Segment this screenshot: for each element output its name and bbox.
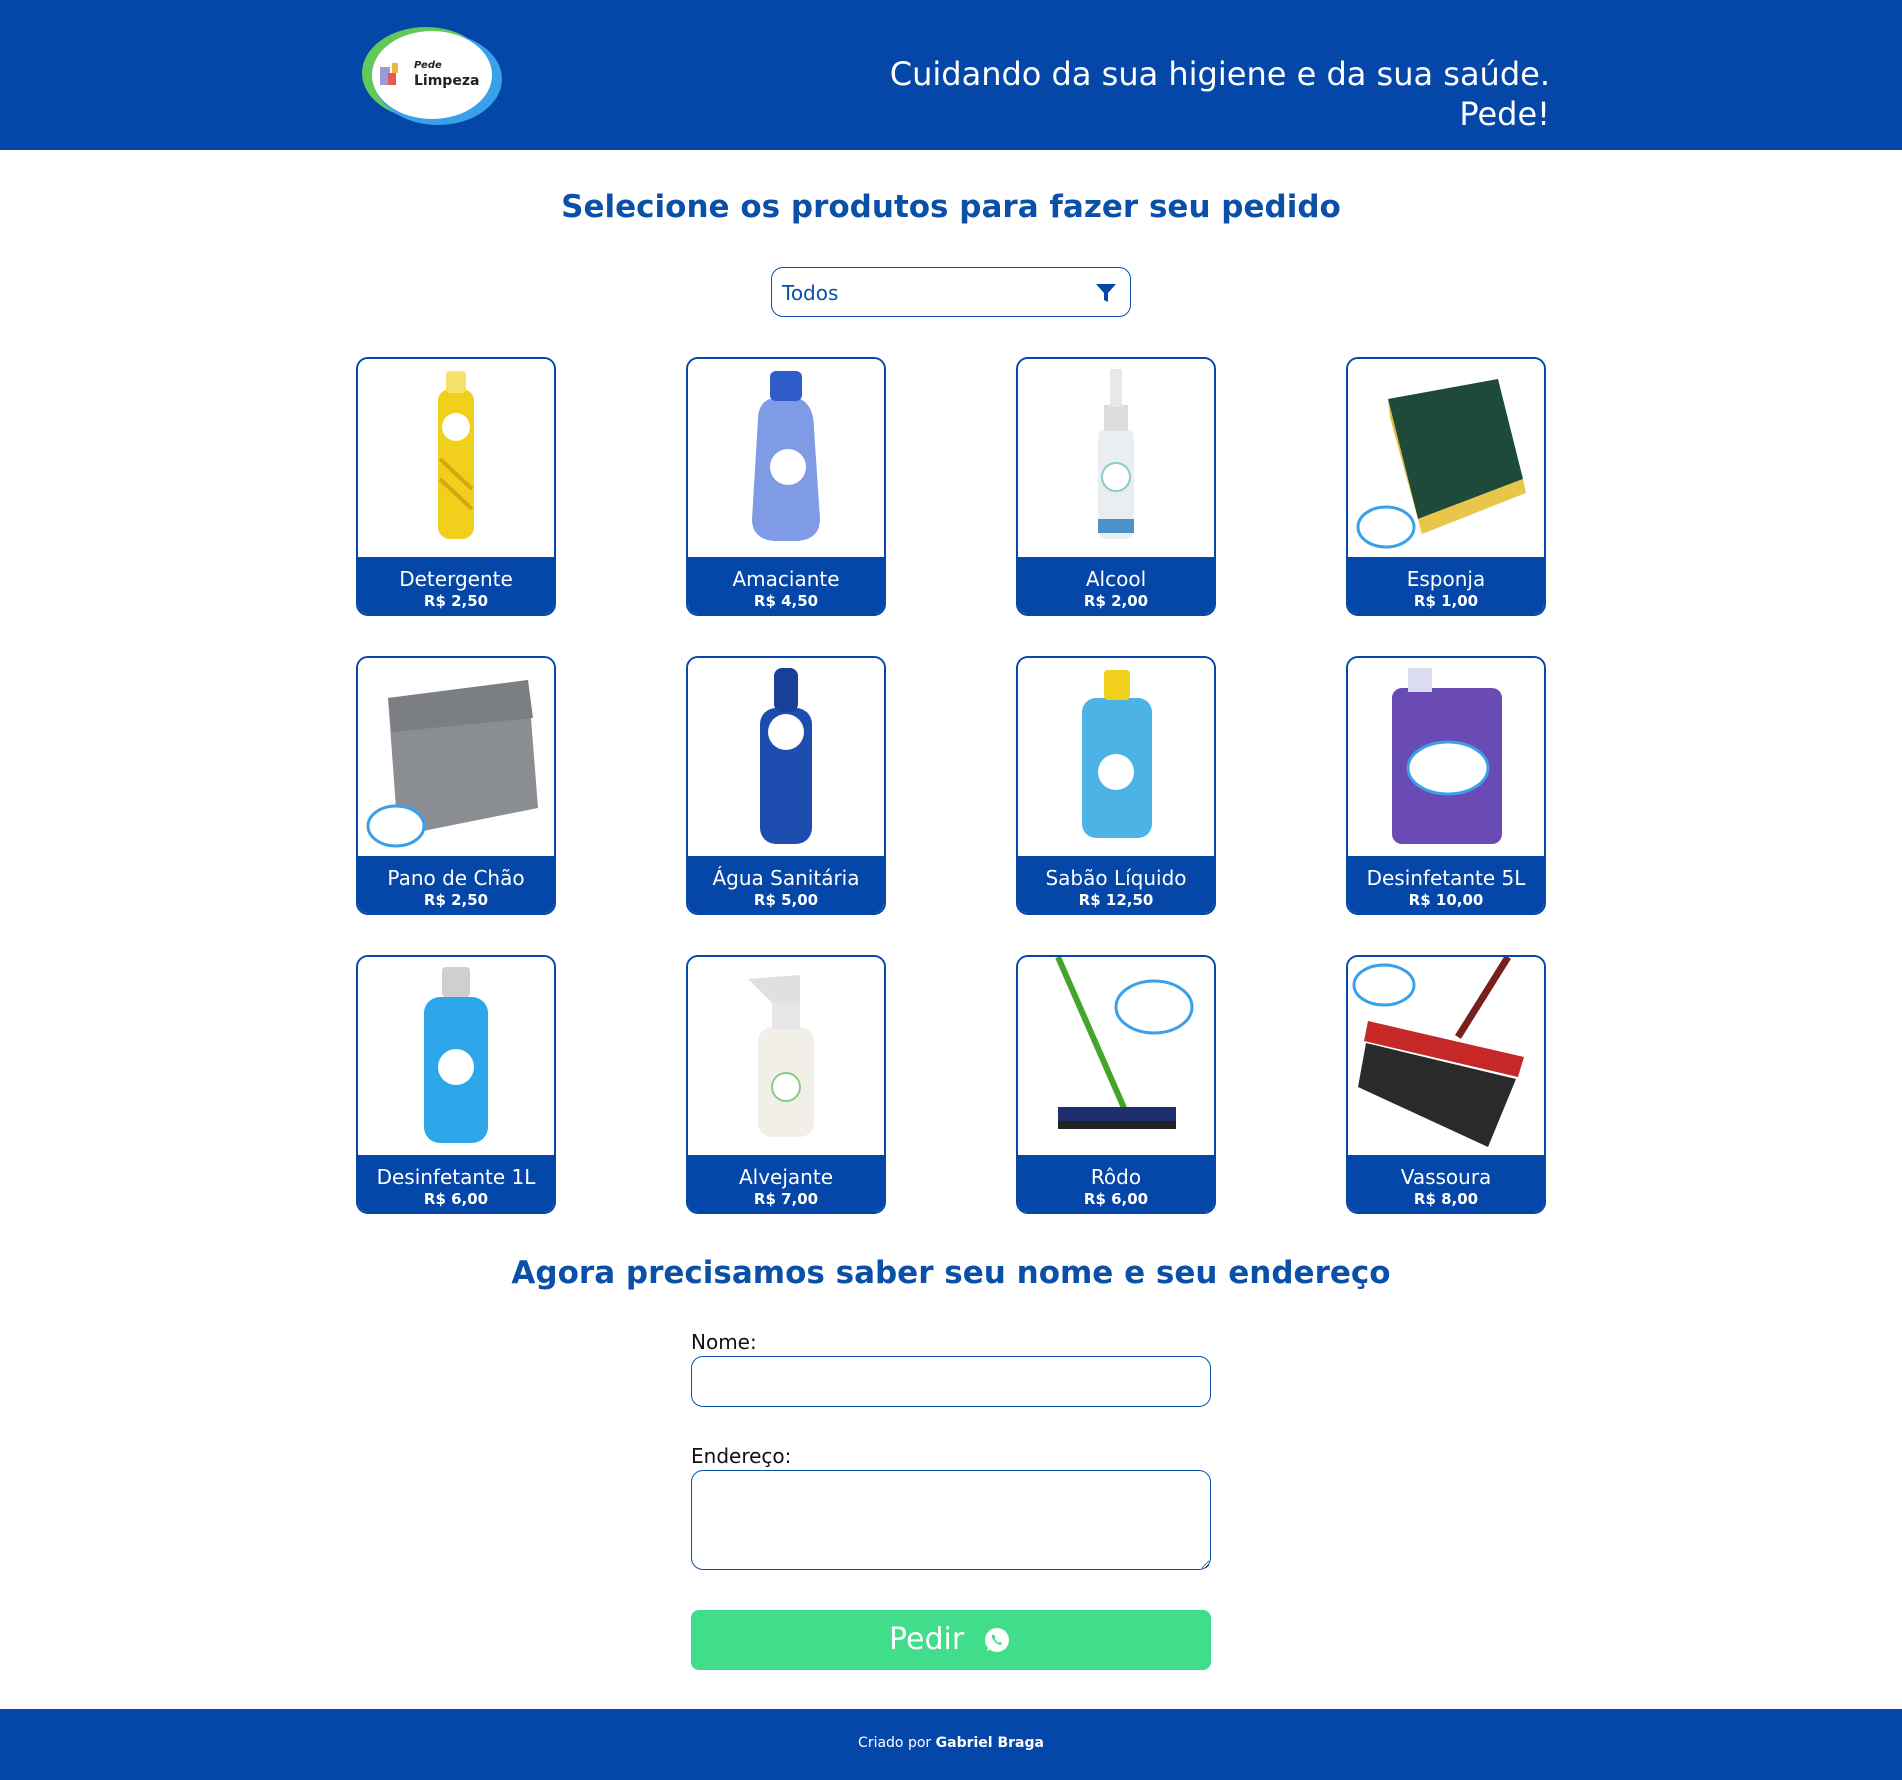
- product-card[interactable]: Alcool R$ 2,00: [1016, 357, 1216, 616]
- product-info: Amaciante R$ 4,50: [688, 557, 884, 614]
- logo-big-text: Limpeza: [414, 73, 479, 89]
- product-info: Sabão Líquido R$ 12,50: [1018, 856, 1214, 913]
- product-price: R$ 10,00: [1408, 891, 1484, 909]
- product-info: Alcool R$ 2,00: [1018, 557, 1214, 614]
- product-image: [1018, 658, 1214, 856]
- product-card[interactable]: Amaciante R$ 4,50: [686, 357, 886, 616]
- filter-selected-value: Todos: [782, 281, 839, 305]
- site-footer: Criado por Gabriel Braga: [0, 1709, 1902, 1780]
- header-tagline: Cuidando da sua higiene e da sua saúde. …: [889, 55, 1550, 133]
- product-name: Alvejante: [738, 1165, 833, 1189]
- product-name: Detergente: [399, 567, 513, 591]
- product-info: Desinfetante 5L R$ 10,00: [1348, 856, 1544, 913]
- product-price: R$ 6,00: [423, 1190, 489, 1208]
- product-name: Esponja: [1406, 567, 1486, 591]
- product-image: [688, 957, 884, 1155]
- whatsapp-icon: [985, 1628, 1009, 1652]
- product-name: Desinfetante 1L: [376, 1165, 536, 1189]
- product-image: [1348, 359, 1544, 557]
- product-price: R$ 2,00: [1083, 592, 1149, 610]
- product-info: Esponja R$ 1,00: [1348, 557, 1544, 614]
- product-image: [1018, 359, 1214, 557]
- product-image: [1348, 658, 1544, 856]
- product-card[interactable]: Alvejante R$ 7,00: [686, 955, 886, 1214]
- product-image: [1018, 957, 1214, 1155]
- product-price: R$ 5,00: [753, 891, 819, 909]
- product-image: [688, 658, 884, 856]
- product-image: [688, 359, 884, 557]
- product-info: Água Sanitária R$ 5,00: [688, 856, 884, 913]
- product-card[interactable]: Desinfetante 5L R$ 10,00: [1346, 656, 1546, 915]
- footer-author-link[interactable]: Gabriel Braga: [936, 1735, 1044, 1751]
- product-name: Pano de Chão: [387, 866, 525, 890]
- category-filter-select[interactable]: Todos: [771, 267, 1131, 317]
- product-price: R$ 4,50: [753, 592, 819, 610]
- footer-prefix: Criado por: [858, 1735, 932, 1751]
- product-info: Vassoura R$ 8,00: [1348, 1155, 1544, 1212]
- product-card[interactable]: Pano de Chão R$ 2,50: [356, 656, 556, 915]
- product-image: [358, 957, 554, 1155]
- address-label: Endereço:: [691, 1444, 792, 1468]
- pedir-button[interactable]: Pedir: [691, 1610, 1211, 1670]
- product-image: [358, 359, 554, 557]
- product-card[interactable]: Vassoura R$ 8,00: [1346, 955, 1546, 1214]
- product-card[interactable]: Sabão Líquido R$ 12,50: [1016, 656, 1216, 915]
- product-price: R$ 6,00: [1083, 1190, 1149, 1208]
- product-name: Alcool: [1085, 567, 1147, 591]
- product-name: Amaciante: [732, 567, 840, 591]
- product-price: R$ 12,50: [1078, 891, 1154, 909]
- product-card[interactable]: Esponja R$ 1,00: [1346, 357, 1546, 616]
- pede-limpeza-logo[interactable]: Pede Limpeza: [358, 23, 504, 126]
- product-info: Detergente R$ 2,50: [358, 557, 554, 614]
- product-price: R$ 8,00: [1413, 1190, 1479, 1208]
- product-name: Sabão Líquido: [1045, 866, 1187, 890]
- product-name: Água Sanitária: [712, 866, 860, 890]
- product-card[interactable]: Detergente R$ 2,50: [356, 357, 556, 616]
- product-name: Vassoura: [1400, 1165, 1492, 1189]
- filter-icon[interactable]: [1094, 281, 1118, 305]
- product-image: [1348, 957, 1544, 1155]
- product-card[interactable]: Rôdo R$ 6,00: [1016, 955, 1216, 1214]
- pedir-button-label: Pedir: [889, 1622, 965, 1657]
- product-price: R$ 1,00: [1413, 592, 1479, 610]
- product-card[interactable]: Água Sanitária R$ 5,00: [686, 656, 886, 915]
- name-label: Nome:: [691, 1330, 757, 1354]
- product-image: [358, 658, 554, 856]
- name-input[interactable]: [691, 1356, 1211, 1407]
- product-info: Rôdo R$ 6,00: [1018, 1155, 1214, 1212]
- address-textarea[interactable]: [691, 1470, 1211, 1570]
- product-price: R$ 7,00: [753, 1190, 819, 1208]
- product-card[interactable]: Desinfetante 1L R$ 6,00: [356, 955, 556, 1214]
- products-title: Selecione os produtos para fazer seu ped…: [561, 189, 1341, 225]
- product-name: Rôdo: [1090, 1165, 1142, 1189]
- product-info: Alvejante R$ 7,00: [688, 1155, 884, 1212]
- form-title: Agora precisamos saber seu nome e seu en…: [511, 1255, 1391, 1291]
- site-header: Pede Limpeza Cuidando da sua higiene e d…: [0, 0, 1902, 150]
- footer-credit: Criado por Gabriel Braga: [0, 1735, 1902, 1751]
- product-info: Desinfetante 1L R$ 6,00: [358, 1155, 554, 1212]
- product-info: Pano de Chão R$ 2,50: [358, 856, 554, 913]
- product-price: R$ 2,50: [423, 891, 489, 909]
- product-price: R$ 2,50: [423, 592, 489, 610]
- logo-small-text: Pede: [414, 60, 442, 71]
- product-name: Desinfetante 5L: [1366, 866, 1526, 890]
